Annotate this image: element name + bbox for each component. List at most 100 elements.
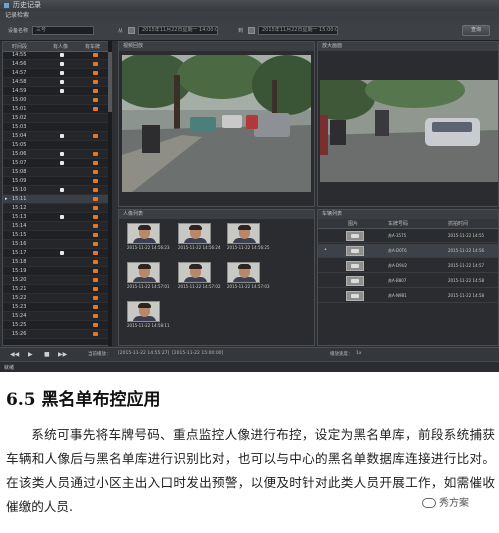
start-time-input[interactable]: 2015年11月22日星期一 14:00:00 — [138, 26, 218, 35]
time-list-row[interactable]: 14:58 — [3, 78, 111, 87]
face-image — [127, 262, 160, 283]
column-header: 图片 — [348, 221, 359, 227]
car-flag-icon — [93, 53, 98, 57]
time-list-row[interactable]: 15:21 — [3, 285, 111, 294]
time-list-row[interactable]: 14:59 — [3, 87, 111, 96]
time-cell: 15:24 — [12, 313, 27, 319]
time-list-row[interactable]: 15:14 — [3, 222, 111, 231]
time-list-row[interactable]: 14:55 — [3, 51, 111, 60]
vehicle-thumbnail — [346, 291, 364, 301]
face-thumbnail[interactable]: 2015-11-22 14:57:02 — [178, 262, 220, 293]
car-flag-icon — [93, 80, 98, 84]
car-flag-icon — [93, 179, 98, 183]
vehicle-thumbnail — [346, 246, 364, 256]
time-list-row[interactable]: 15:19 — [3, 267, 111, 276]
face-thumbnail[interactable]: 2015-11-22 14:56:24 — [178, 223, 220, 254]
time-list: 时间段 有人像 有车牌 14:55 14:56 14:57 14:58 14:59 15:… — [2, 41, 112, 346]
face-thumbnail[interactable]: 2015-11-22 14:57:03 — [227, 262, 269, 293]
time-list-row[interactable]: 15:04 — [3, 132, 111, 141]
time-cell: 2015-11-22 14:58 — [448, 293, 485, 298]
plate-cell: 苏A·D9U2 — [388, 263, 408, 268]
car-flag-icon — [93, 134, 98, 138]
time-list-row[interactable]: 15:06 — [3, 150, 111, 159]
time-list-row[interactable]: 15:22 — [3, 294, 111, 303]
vehicle-thumbnail — [346, 231, 364, 241]
watermark-text: 秀方案 — [439, 498, 469, 509]
time-cell: 15:06 — [12, 151, 27, 157]
vehicle-list-row[interactable]: 苏A·B807 2015-11-22 14:58 — [318, 274, 498, 288]
car-flag-icon — [93, 269, 98, 273]
time-list-row[interactable]: 15:00 — [3, 96, 111, 105]
face-thumbnail[interactable]: 2015-11-22 14:56:23 — [127, 223, 169, 254]
face-caption: 2015-11-22 14:56:25 — [227, 245, 270, 250]
range-value: [2015-11-22 15:00:00] — [172, 351, 224, 356]
time-list-row[interactable]: 15:09 — [3, 177, 111, 186]
face-caption: 2015-11-22 14:57:02 — [178, 284, 221, 289]
vehicle-list-row[interactable]: 苏A·N9B1 2015-11-22 14:58 — [318, 289, 498, 303]
car-flag-icon — [93, 98, 98, 102]
face-image — [127, 301, 160, 322]
time-list-row[interactable]: 15:23 — [3, 303, 111, 312]
panel-title: 放大画面 — [318, 42, 498, 51]
vehicle-list-row[interactable]: 苏A·3575 2015-11-22 14:55 — [318, 229, 498, 243]
time-list-row[interactable]: 15:13 — [3, 213, 111, 222]
time-list-row[interactable]: 15:10 — [3, 186, 111, 195]
scrollbar-thumb[interactable] — [108, 52, 112, 112]
face-thumbnail[interactable]: 2015-11-22 14:57:01 — [127, 262, 169, 293]
face-thumbnail[interactable]: 2015-11-22 14:56:25 — [227, 223, 269, 254]
time-cell: 15:01 — [12, 106, 27, 112]
car-flag-icon — [93, 278, 98, 282]
time-cell: 15:05 — [12, 142, 27, 148]
surveillance-app-screenshot: 历史记录 记录检索 设备名称 三号 从 2015年11月22日星期一 14:00… — [0, 0, 499, 372]
vehicle-thumbnail — [346, 276, 364, 286]
time-list-row[interactable]: 15:05 — [3, 141, 111, 150]
time-list-row[interactable]: 15:15 — [3, 231, 111, 240]
time-list-row[interactable]: 15:08 — [3, 168, 111, 177]
time-cell: 14:59 — [12, 88, 27, 94]
fast-forward-button[interactable]: ▶▶ — [58, 351, 67, 358]
time-list-row[interactable]: 14:57 — [3, 69, 111, 78]
time-list-row[interactable]: ▸ 15:11 — [3, 195, 111, 204]
time-list-row[interactable]: 15:25 — [3, 321, 111, 330]
time-list-row[interactable]: 15:26 — [3, 330, 111, 339]
position-label: 当前播放： — [88, 352, 111, 357]
time-list-row[interactable]: 15:12 — [3, 204, 111, 213]
calendar-icon[interactable] — [128, 27, 135, 34]
stop-button[interactable]: ■ — [44, 351, 50, 358]
vehicle-list-row[interactable]: • 苏A·D0T6 2015-11-22 14:56 — [318, 244, 498, 258]
end-time-input[interactable]: 2015年11月22日星期一 15:00:00 — [258, 26, 338, 35]
device-select[interactable]: 三号 — [32, 26, 94, 35]
car-flag-icon — [93, 161, 98, 165]
search-button[interactable]: 查询 — [462, 25, 490, 36]
time-list-row[interactable]: 15:03 — [3, 123, 111, 132]
wechat-icon — [422, 498, 436, 508]
time-list-row[interactable]: 15:02 — [3, 114, 111, 123]
car-flag-icon — [93, 152, 98, 156]
column-header: 有人像 — [53, 44, 69, 50]
menu-record-search[interactable]: 记录检索 — [5, 11, 29, 21]
speed-value[interactable]: 1x — [356, 351, 362, 356]
time-cell: 15:25 — [12, 322, 27, 328]
vehicle-list-row[interactable]: 苏A·D9U2 2015-11-22 14:57 — [318, 259, 498, 273]
time-list-row[interactable]: 15:07 — [3, 159, 111, 168]
face-image — [227, 262, 260, 283]
person-flag-icon — [60, 188, 64, 192]
rewind-button[interactable]: ◀◀ — [10, 351, 19, 358]
face-caption: 2015-11-22 14:56:24 — [178, 245, 221, 250]
time-list-row[interactable]: 14:56 — [3, 60, 111, 69]
time-list-row[interactable]: 15:20 — [3, 276, 111, 285]
calendar-icon[interactable] — [248, 27, 255, 34]
time-list-row[interactable]: 15:01 — [3, 105, 111, 114]
street-video-frame — [122, 55, 311, 192]
time-list-row[interactable]: 15:18 — [3, 258, 111, 267]
time-cell: 15:16 — [12, 241, 27, 247]
person-flag-icon — [60, 161, 64, 165]
play-button[interactable]: ▶ — [28, 351, 33, 358]
time-list-row[interactable]: 15:17 — [3, 249, 111, 258]
car-flag-icon — [93, 233, 98, 237]
person-flag-icon — [60, 251, 64, 255]
time-list-row[interactable]: 15:16 — [3, 240, 111, 249]
position-value: [2015-11-22 14:55:27] — [118, 351, 170, 356]
face-thumbnail[interactable]: 2015-11-22 14:58:11 — [127, 301, 169, 332]
time-list-row[interactable]: 15:24 — [3, 312, 111, 321]
